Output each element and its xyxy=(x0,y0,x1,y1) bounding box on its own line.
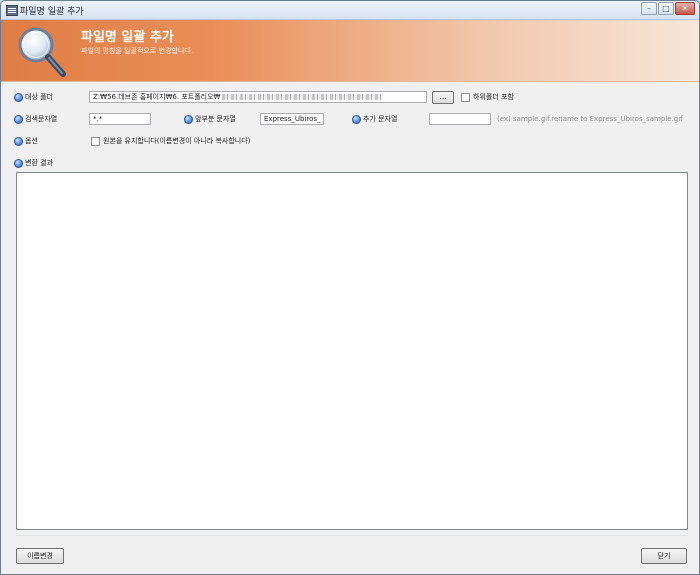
result-list[interactable] xyxy=(16,172,688,530)
main-content: 대상 폴더 Z:₩56.데브존 홈페이지₩6. 포트폴리오₩ ... 하위폴더 … xyxy=(1,82,699,574)
search-string-value: *.* xyxy=(93,115,103,123)
close-icon: ✕ xyxy=(681,4,689,13)
info-bullet-icon xyxy=(14,92,23,102)
keep-original-checkbox[interactable] xyxy=(91,137,100,146)
info-bullet-icon xyxy=(184,114,193,124)
app-window: 파일명 일괄 추가 – □ ✕ 파일명 일괄 추가 파일의 명칭을 일괄적으로 … xyxy=(0,0,700,575)
minimize-icon: – xyxy=(647,4,651,13)
info-bullet-icon xyxy=(14,136,23,146)
browse-button-label: ... xyxy=(439,93,447,101)
header-subtitle: 파일의 명칭을 일괄적으로 변경합니다. xyxy=(81,47,193,55)
maximize-icon: □ xyxy=(662,4,670,13)
example-hint: (ex) sample.gif.rename to Express_Ubiros… xyxy=(497,115,683,123)
rename-button-label: 이름변경 xyxy=(27,552,53,560)
search-string-label: 검색문자열 xyxy=(14,114,57,124)
window-title: 파일명 일괄 추가 xyxy=(20,7,84,17)
app-icon xyxy=(6,5,18,16)
info-bullet-icon xyxy=(14,158,23,168)
suffix-input[interactable] xyxy=(429,113,491,125)
header-banner: 파일명 일괄 추가 파일의 명칭을 일괄적으로 변경합니다. xyxy=(1,20,699,82)
result-label: 변환 결과 xyxy=(14,158,53,168)
header-title: 파일명 일괄 추가 xyxy=(81,30,174,45)
title-bar[interactable]: 파일명 일괄 추가 – □ ✕ xyxy=(1,1,699,20)
footer-divider xyxy=(16,535,688,536)
browse-button[interactable]: ... xyxy=(432,91,454,104)
close-window-button[interactable]: ✕ xyxy=(675,2,695,15)
search-string-label-text: 검색문자열 xyxy=(25,115,58,123)
close-button[interactable]: 닫기 xyxy=(641,548,687,564)
close-button-label: 닫기 xyxy=(657,552,671,560)
window-controls: – □ ✕ xyxy=(640,2,695,17)
rename-button[interactable]: 이름변경 xyxy=(16,548,64,564)
magnifier-icon xyxy=(18,27,66,77)
include-subfolders-checkbox[interactable] xyxy=(461,93,470,102)
option-label-text: 옵션 xyxy=(25,137,38,145)
prefix-label: 앞부분 문자열 xyxy=(184,114,236,124)
include-subfolders-label: 하위폴더 포함 xyxy=(473,93,514,101)
option-label: 옵션 xyxy=(14,136,38,146)
target-folder-label: 대상 폴더 xyxy=(14,92,53,102)
target-folder-label-text: 대상 폴더 xyxy=(25,93,53,101)
target-folder-input[interactable]: Z:₩56.데브존 홈페이지₩6. 포트폴리오₩ xyxy=(89,91,427,103)
maximize-button[interactable]: □ xyxy=(658,2,674,15)
result-label-text: 변환 결과 xyxy=(25,159,53,167)
prefix-value: Express_Ubiros_ xyxy=(264,115,321,123)
prefix-label-text: 앞부분 문자열 xyxy=(195,115,236,123)
prefix-input[interactable]: Express_Ubiros_ xyxy=(260,113,324,125)
suffix-label: 추가 문자열 xyxy=(352,114,397,124)
search-string-input[interactable]: *.* xyxy=(89,113,151,125)
keep-original-label: 원본을 유지합니다(이름변경이 아니라 복사합니다) xyxy=(103,137,251,145)
redacted-path xyxy=(222,94,383,100)
minimize-button[interactable]: – xyxy=(641,2,657,15)
info-bullet-icon xyxy=(14,114,23,124)
target-folder-value: Z:₩56.데브존 홈페이지₩6. 포트폴리오₩ xyxy=(93,93,221,101)
info-bullet-icon xyxy=(352,114,361,124)
suffix-label-text: 추가 문자열 xyxy=(363,115,398,123)
